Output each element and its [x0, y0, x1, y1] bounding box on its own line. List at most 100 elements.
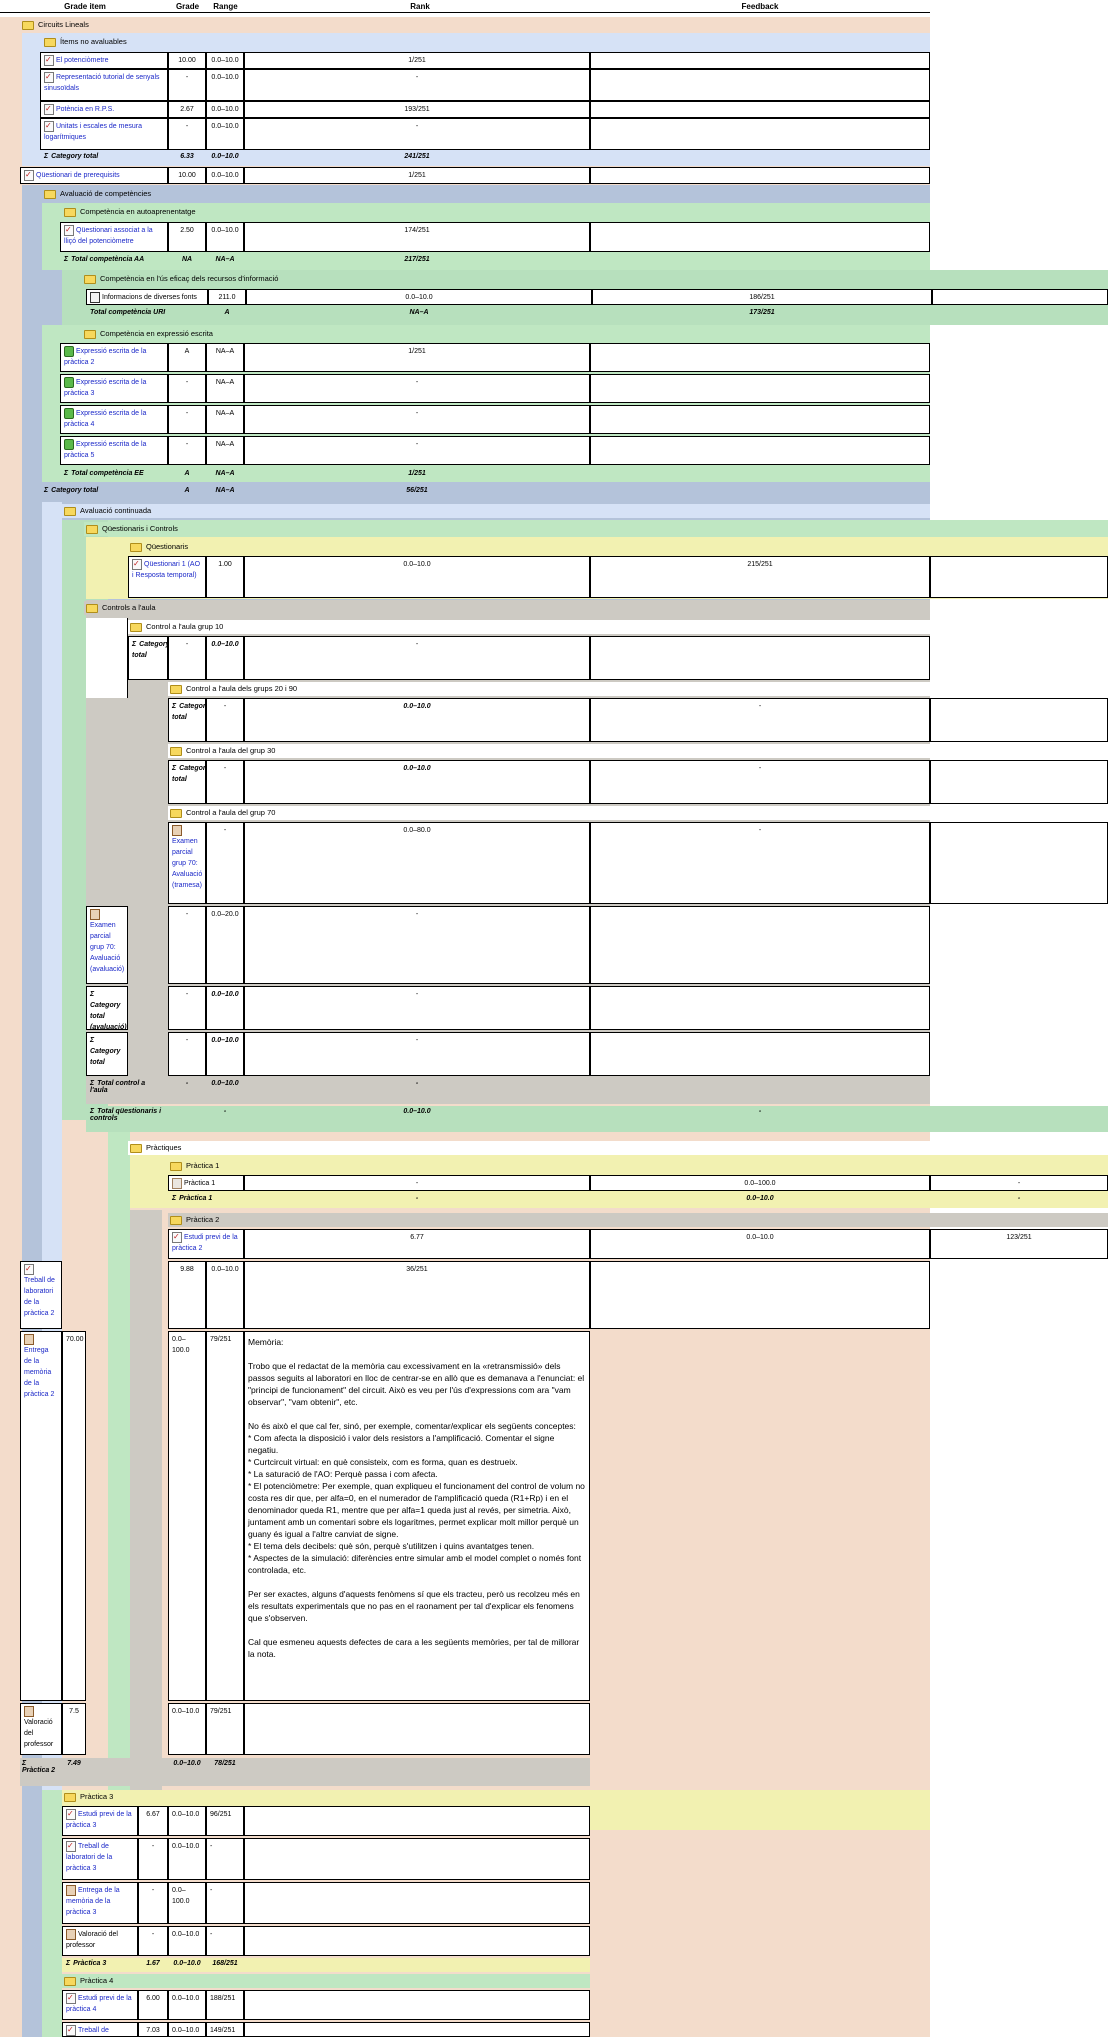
- total-range: 0.0–10.0: [173, 1960, 201, 1967]
- feedback: [590, 222, 930, 252]
- quiz-icon: [172, 1231, 182, 1243]
- category-total-label: Σ Category total: [44, 487, 99, 494]
- folder-icon: [86, 524, 98, 534]
- item-potenciometre[interactable]: El potenciòmetre: [40, 52, 168, 69]
- total-range: 0.0–10.0: [211, 153, 239, 160]
- rank: -: [590, 760, 930, 804]
- feedback: [590, 1032, 930, 1076]
- grade: 6.67: [138, 1806, 168, 1836]
- rank: -: [930, 1175, 1108, 1191]
- total-grade: 1.67: [146, 1960, 160, 1967]
- folder-icon: [44, 189, 56, 199]
- feedback: [590, 405, 930, 434]
- grade: -: [168, 1032, 206, 1076]
- item-unitats[interactable]: Unitats i escales de mesura logarítmique…: [40, 118, 168, 150]
- range: 0.0–10.0: [590, 1229, 930, 1259]
- feedback-memo: Memòria: Trobo que el redactat de la mem…: [244, 1331, 590, 1701]
- item-qassoc[interactable]: Qüestionari associat a la lliçó del pote…: [60, 222, 168, 252]
- sigma-icon: Σ: [90, 1080, 95, 1087]
- quiz-icon: [66, 2024, 76, 2036]
- item-informacions[interactable]: Informacions de diverses fonts: [86, 289, 208, 305]
- rank: -: [206, 1838, 244, 1880]
- range: 0.0–10.0: [168, 1926, 206, 1956]
- item-ex70-avaluacio[interactable]: Examen parcial grup 70: Avaluació (avalu…: [86, 906, 128, 984]
- item-exp3[interactable]: Expressió escrita de la pràctica 3: [60, 374, 168, 403]
- total-grade: -: [185, 1080, 189, 1087]
- total-grade: A: [184, 487, 190, 494]
- item-g70-total: Σ Category total: [86, 1032, 128, 1076]
- range: 0.0–100.0: [168, 1882, 206, 1924]
- total-range: 0.0–10.0: [403, 1108, 431, 1115]
- feedback: [244, 1806, 590, 1836]
- category-continuada: Avaluació continuada: [62, 504, 930, 518]
- feedback: [930, 698, 1108, 742]
- category-recursos: Competència en l'ús eficaç dels recursos…: [82, 272, 1108, 286]
- total-rank: 173/251: [749, 309, 775, 316]
- item-ep3[interactable]: Estudi previ de la pràctica 3: [62, 1806, 138, 1836]
- folder-icon: [84, 274, 96, 284]
- total-rank: 78/251: [214, 1760, 236, 1767]
- item-tl4[interactable]: Treball de: [62, 2022, 138, 2037]
- total-range: NA–A: [215, 487, 235, 494]
- range: 0.0–10.0: [206, 636, 244, 680]
- grade: 211.0: [208, 289, 246, 305]
- total-grade: 6.33: [180, 153, 194, 160]
- grade: 10.00: [168, 52, 206, 69]
- total-rank: -: [758, 1108, 762, 1115]
- rank: 1/251: [244, 52, 590, 69]
- p1-total-row: Σ Pràctica 1 - 0.0–10.0 -: [168, 1193, 1108, 1207]
- category-autoap: Competència en autoaprenentatge: [62, 205, 930, 219]
- sigma-icon: Σ: [64, 256, 69, 263]
- rank: 186/251: [592, 289, 932, 305]
- sigma-icon: Σ: [64, 470, 69, 477]
- item-potencia-rps[interactable]: Potència en R.P.S.: [40, 101, 168, 118]
- range: 0.0–10.0: [244, 760, 590, 804]
- rank: 36/251: [244, 1261, 590, 1329]
- workshop-icon: [64, 408, 74, 419]
- category-practiques: Pràctiques: [128, 1141, 1108, 1155]
- category-grup10: Control a l'aula grup 10: [128, 620, 930, 634]
- item-prerequisits[interactable]: Qüestionari de prerequisits: [20, 167, 168, 184]
- item-ex70-tramesa[interactable]: Examen parcial grup 70: Avaluació (trame…: [168, 822, 206, 904]
- item-representacio[interactable]: Representació tutorial de senyals sinuso…: [40, 69, 168, 101]
- feedback: [590, 374, 930, 403]
- total-grade: 7.49: [67, 1760, 81, 1767]
- range: 0.0–10.0: [246, 289, 592, 305]
- grade: -: [138, 1838, 168, 1880]
- grade: -: [168, 69, 206, 101]
- rank: -: [244, 436, 590, 465]
- item-vp3[interactable]: Valoració del professor: [62, 1926, 138, 1956]
- item-exp4[interactable]: Expressió escrita de la pràctica 4: [60, 405, 168, 434]
- total-grade: -: [223, 1108, 227, 1115]
- total-rank: 1/251: [408, 470, 426, 477]
- category-grup70: Control a l'aula del grup 70: [168, 806, 930, 820]
- folder-icon: [170, 746, 182, 756]
- item-em2[interactable]: Entrega de la memòria de la pràctica 2: [20, 1331, 62, 1701]
- range: 0.0–80.0: [244, 822, 590, 904]
- item-q1[interactable]: Qüestionari 1 (AO i Resposta temporal): [128, 556, 206, 598]
- item-exp5[interactable]: Expressió escrita de la pràctica 5: [60, 436, 168, 465]
- category-questionaris: Qüestionaris: [128, 540, 1108, 554]
- item-vp2[interactable]: Valoració del professor: [20, 1703, 62, 1755]
- item-ep2[interactable]: Estudi previ de la pràctica 2: [168, 1229, 244, 1259]
- item-em3[interactable]: Entrega de la memòria de la pràctica 3: [62, 1882, 138, 1924]
- rank: 79/251: [206, 1331, 244, 1701]
- category-controls: Controls a l'aula: [84, 601, 930, 615]
- item-exp2[interactable]: Expressió escrita de la pràctica 2: [60, 343, 168, 372]
- total-aa-label: Σ Total competència AA: [64, 256, 145, 263]
- grade: -: [168, 118, 206, 150]
- folder-icon: [64, 207, 76, 217]
- rank: -: [590, 698, 930, 742]
- category-p2: Pràctica 2: [168, 1213, 1108, 1227]
- item-tl2[interactable]: Treball de laboratori de la pràctica 2: [20, 1261, 62, 1329]
- sigma-icon: Σ: [66, 1960, 71, 1967]
- item-tl3[interactable]: Treball de laboratori de la pràctica 3: [62, 1838, 138, 1880]
- item-ep4[interactable]: Estudi previ de la pràctica 4: [62, 1990, 138, 2020]
- rank: 188/251: [206, 1990, 244, 2020]
- item-pr1[interactable]: Pràctica 1: [168, 1175, 244, 1191]
- quiz-icon: [66, 1840, 76, 1852]
- feedback: [930, 822, 1108, 904]
- total-qc-label: Σ Total qüestionaris i controls: [90, 1108, 162, 1122]
- folder-icon: [170, 1161, 182, 1171]
- range: 0.0–10.0: [206, 69, 244, 101]
